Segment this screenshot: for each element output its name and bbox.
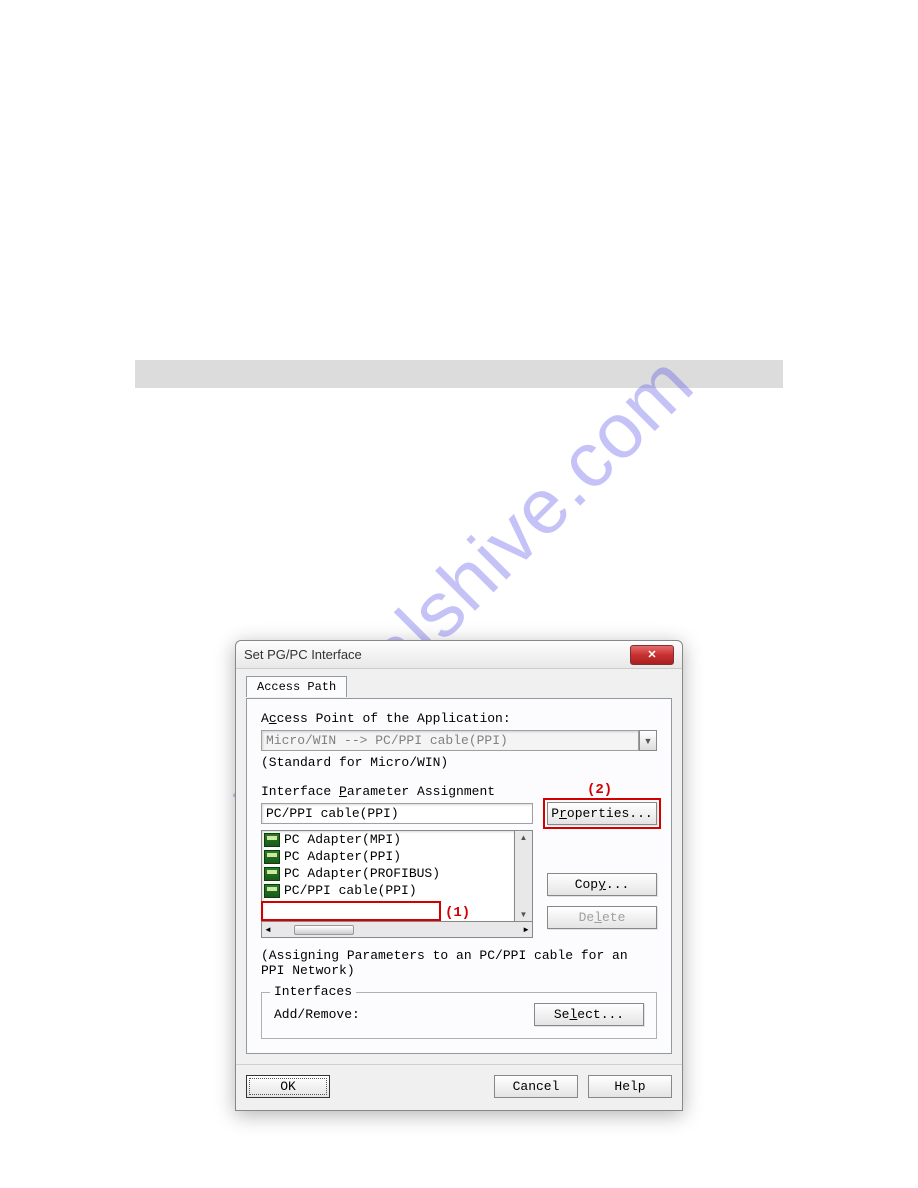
list-item[interactable]: PC Adapter(PROFIBUS) bbox=[262, 865, 514, 882]
listbox-wrap: PC Adapter(MPI) PC Adapter(PPI) PC Adapt… bbox=[261, 830, 533, 922]
access-point-combo[interactable]: Micro/WIN --> PC/PPI cable(PPI) ▼ bbox=[261, 730, 657, 751]
help-button[interactable]: Help bbox=[588, 1075, 672, 1098]
param-right: (2) Properties... Copy... Delete bbox=[547, 784, 657, 929]
dialog-body: Access Path Access Point of the Applicat… bbox=[236, 669, 682, 1064]
close-button[interactable]: ✕ bbox=[630, 645, 674, 665]
close-icon: ✕ bbox=[647, 648, 656, 661]
adapter-icon bbox=[264, 833, 280, 847]
list-item[interactable]: PC Adapter(PPI) bbox=[262, 848, 514, 865]
interfaces-legend: Interfaces bbox=[270, 984, 356, 999]
scroll-left-icon: ◄ bbox=[264, 925, 272, 934]
dialog-title: Set PG/PC Interface bbox=[244, 647, 630, 662]
standard-note: (Standard for Micro/WIN) bbox=[261, 755, 657, 770]
dialog-footer: OK Cancel Help bbox=[236, 1064, 682, 1110]
assign-description: (Assigning Parameters to an PC/PPI cable… bbox=[261, 948, 657, 978]
scroll-right-icon: ► bbox=[522, 925, 530, 934]
add-remove-label: Add/Remove: bbox=[274, 1007, 360, 1022]
interfaces-fieldset: Interfaces Add/Remove: Select... bbox=[261, 992, 657, 1039]
list-item[interactable]: PC Adapter(MPI) bbox=[262, 831, 514, 848]
scroll-down-icon: ▼ bbox=[520, 910, 528, 919]
access-point-value: Micro/WIN --> PC/PPI cable(PPI) bbox=[261, 730, 639, 751]
dialog-window: Set PG/PC Interface ✕ Access Path Access… bbox=[235, 640, 683, 1111]
gray-band bbox=[135, 360, 783, 388]
scroll-up-icon: ▲ bbox=[520, 833, 528, 842]
adapter-icon bbox=[264, 884, 280, 898]
delete-button: Delete bbox=[547, 906, 657, 929]
properties-button[interactable]: Properties... bbox=[547, 802, 657, 825]
tab-panel: Access Point of the Application: Micro/W… bbox=[246, 698, 672, 1054]
vertical-scrollbar[interactable]: ▲ ▼ bbox=[515, 830, 533, 922]
copy-button[interactable]: Copy... bbox=[547, 873, 657, 896]
select-button[interactable]: Select... bbox=[534, 1003, 644, 1026]
param-left: Interface Parameter Assignment PC Adapte… bbox=[261, 784, 533, 938]
interface-listbox[interactable]: PC Adapter(MPI) PC Adapter(PPI) PC Adapt… bbox=[261, 830, 515, 922]
access-point-label: Access Point of the Application: bbox=[261, 711, 657, 726]
annotation-2: (2) bbox=[587, 782, 612, 798]
ok-button[interactable]: OK bbox=[246, 1075, 330, 1098]
annotation-1: (1) bbox=[445, 905, 470, 921]
list-item[interactable]: PC/PPI cable(PPI) bbox=[262, 882, 514, 899]
scroll-thumb[interactable] bbox=[294, 925, 354, 935]
adapter-icon bbox=[264, 867, 280, 881]
dropdown-icon[interactable]: ▼ bbox=[639, 730, 657, 751]
adapter-icon bbox=[264, 850, 280, 864]
cancel-button[interactable]: Cancel bbox=[494, 1075, 578, 1098]
tab-access-path[interactable]: Access Path bbox=[246, 676, 347, 697]
interface-param-label: Interface Parameter Assignment bbox=[261, 784, 533, 799]
tab-container: Access Path bbox=[246, 675, 672, 696]
titlebar[interactable]: Set PG/PC Interface ✕ bbox=[236, 641, 682, 669]
horizontal-scrollbar[interactable]: ◄ ► bbox=[261, 922, 533, 938]
interface-param-input[interactable] bbox=[261, 803, 533, 824]
